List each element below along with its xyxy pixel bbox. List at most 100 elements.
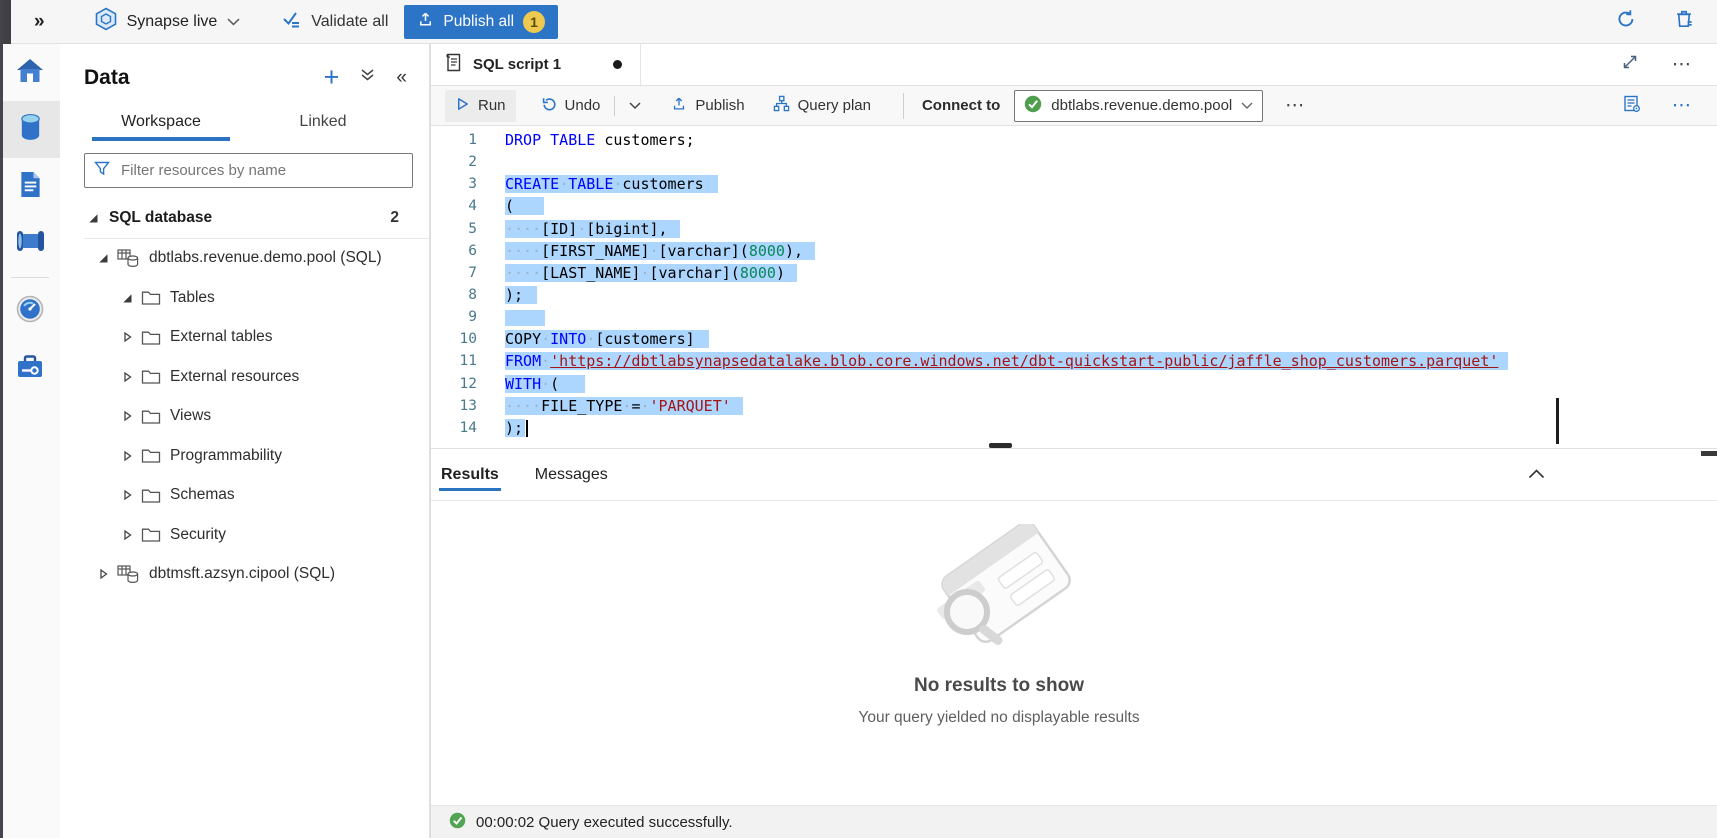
code-editor[interactable]: 1DROP TABLE customers;23CREATE·TABLE·cus… [431, 126, 1717, 448]
nav-develop[interactable] [0, 158, 60, 215]
code-line-11[interactable]: 11FROM·'https://dbtlabsynapsedatalake.bl… [431, 350, 1717, 372]
nav-monitor[interactable] [0, 283, 60, 340]
code-token: ( [550, 375, 559, 393]
tree-item-programmability[interactable]: Programmability [60, 436, 429, 476]
nav-home[interactable] [0, 44, 60, 101]
query-plan-button[interactable]: Query plan [763, 90, 881, 122]
resource-tree: SQL database2dbtlabs.revenue.demo.pool (… [60, 198, 429, 594]
code-token: customers; [604, 131, 694, 149]
upload-icon [417, 11, 434, 33]
publish-all-button[interactable]: Publish all 1 [404, 5, 558, 39]
editor-toolbar: Run Undo Publish [431, 86, 1717, 126]
tree-item-external-tables[interactable]: External tables [60, 318, 429, 358]
tab-sql-script-1[interactable]: SQL script 1 [431, 44, 641, 85]
code-line-4[interactable]: 4( [431, 195, 1717, 217]
code-line-10[interactable]: 10COPY·INTO·[customers] [431, 328, 1717, 350]
undo-button[interactable]: Undo [530, 90, 611, 122]
code-line-9[interactable]: 9 [431, 306, 1717, 328]
add-resource-icon[interactable]: + [324, 64, 340, 91]
validate-check-icon [282, 10, 302, 33]
code-token: COPY [505, 330, 541, 348]
script-settings-icon[interactable] [1622, 94, 1642, 118]
tree-item-count: 2 [390, 209, 399, 227]
double-chevron-right-icon[interactable]: » [34, 12, 45, 31]
tab-messages[interactable]: Messages [533, 452, 610, 498]
connect-to-dropdown[interactable]: dbtlabs.revenue.demo.pool [1014, 90, 1263, 122]
selection-highlight: FROM·'https://dbtlabsynapsedatalake.blob… [505, 352, 1508, 370]
tree-item-sql-database[interactable]: SQL database2 [60, 198, 429, 238]
code-line-3[interactable]: 3CREATE·TABLE·customers [431, 173, 1717, 195]
manage-icon [15, 353, 45, 385]
query-plan-label: Query plan [798, 97, 871, 114]
code-token [541, 131, 550, 149]
toolbar-more-icon[interactable]: ⋯ [1285, 96, 1304, 115]
tab-workspace[interactable]: Workspace [80, 107, 242, 141]
validate-all-label: Validate all [311, 13, 388, 31]
connected-check-icon [1024, 95, 1042, 117]
code-token: · [640, 264, 649, 282]
tree-item-dbtmsft-azsyn-cipool-sql-[interactable]: dbtmsft.azsyn.cipool (SQL) [60, 555, 429, 595]
selection-highlight: WITH·( [505, 375, 585, 393]
double-chevron-down-icon[interactable] [360, 68, 375, 87]
scrollbar-marker[interactable] [1556, 398, 1559, 444]
code-token: · [577, 220, 586, 238]
code-line-12[interactable]: 12 WITH·( [431, 373, 1717, 395]
code-line-5[interactable]: 5····[ID]·[bigint], [431, 218, 1717, 240]
nav-integrate[interactable] [0, 215, 60, 272]
code-token: ); [505, 419, 523, 437]
mode-switcher[interactable]: Synapse live [95, 7, 241, 36]
synapse-live-icon [95, 7, 117, 36]
selection-highlight: ); [505, 286, 537, 304]
code-line-2[interactable]: 2 [431, 151, 1717, 173]
tree-item-external-resources[interactable]: External resources [60, 357, 429, 397]
code-token: ···· [505, 220, 541, 238]
code-token: FROM [505, 352, 541, 370]
run-options-dropdown[interactable] [619, 90, 651, 122]
tree-item-tables[interactable]: Tables [60, 278, 429, 318]
nav-data[interactable] [0, 101, 60, 158]
tree-item-schemas[interactable]: Schemas [60, 476, 429, 516]
data-panel-header: Data + « [84, 64, 407, 91]
expand-editor-icon[interactable] [1622, 54, 1638, 75]
no-results-subtitle: Your query yielded no displayable result… [431, 709, 1567, 727]
nav-manage[interactable] [0, 340, 60, 397]
code-line-14[interactable]: 14); [431, 417, 1717, 439]
line-number: 2 [431, 151, 477, 173]
tab-results[interactable]: Results [439, 452, 501, 498]
publish-button[interactable]: Publish [661, 90, 754, 122]
connect-to-label: Connect to [922, 97, 1000, 114]
line-number: 12 [431, 373, 477, 395]
line-number: 3 [431, 173, 477, 195]
tree-item-views[interactable]: Views [60, 397, 429, 437]
code-token: [FIRST_NAME] [541, 242, 649, 260]
editor-more-icon[interactable]: ⋯ [1672, 96, 1691, 115]
code-token: [customers] [595, 330, 694, 348]
tree-item-dbtlabs-revenue-demo-pool-sql-[interactable]: dbtlabs.revenue.demo.pool (SQL) [60, 239, 429, 279]
home-icon [15, 57, 45, 89]
panel-drag-dash[interactable] [1701, 451, 1717, 456]
synapse-studio-window: » Synapse live Validate all Publish all … [0, 0, 1717, 838]
tab-more-icon[interactable]: ⋯ [1672, 55, 1691, 74]
selection-highlight: ····[FIRST_NAME]·[varchar](8000), [505, 242, 815, 260]
collapse-panel-icon[interactable]: « [396, 67, 407, 89]
chevron-down-icon[interactable] [227, 13, 240, 31]
tree-item-security[interactable]: Security [60, 515, 429, 555]
pool-name: dbtlabs.revenue.demo.pool [1051, 97, 1232, 114]
code-line-8[interactable]: 8); [431, 284, 1717, 306]
results-panel: Results Messages [431, 448, 1717, 805]
filter-input[interactable] [119, 161, 403, 180]
tree-item-label: Views [170, 407, 211, 425]
code-line-13[interactable]: 13····FILE_TYPE·=·'PARQUET' [431, 395, 1717, 417]
collapse-results-icon[interactable] [1528, 466, 1545, 484]
code-line-7[interactable]: 7····[LAST_NAME]·[varchar](8000) [431, 262, 1717, 284]
collapsed-triangle-icon [120, 330, 134, 344]
tab-linked[interactable]: Linked [242, 107, 404, 141]
refresh-icon[interactable] [1615, 8, 1637, 35]
run-button[interactable]: Run [445, 90, 516, 122]
code-token: · [559, 175, 568, 193]
discard-all-icon[interactable] [1673, 8, 1695, 35]
code-line-6[interactable]: 6····[FIRST_NAME]·[varchar](8000), [431, 240, 1717, 262]
code-line-1[interactable]: 1DROP TABLE customers; [431, 129, 1717, 151]
validate-all-button[interactable]: Validate all [282, 10, 388, 33]
toolbar-separator-tall [903, 93, 904, 119]
